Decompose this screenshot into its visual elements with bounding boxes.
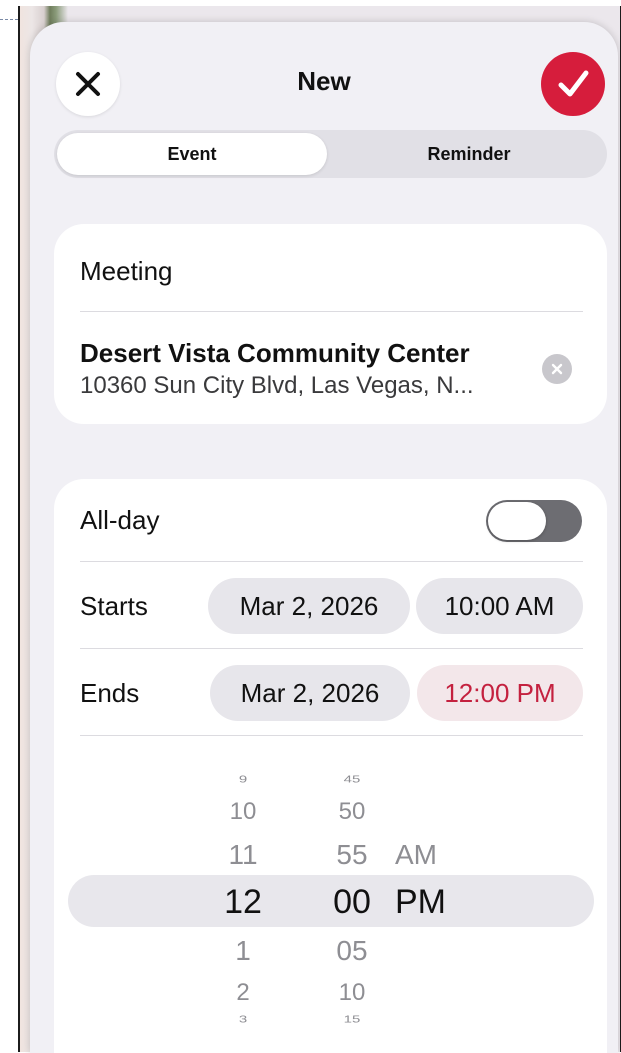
checkmark-icon: [558, 70, 589, 97]
tab-event-label: Event: [167, 143, 217, 164]
picker-minute-item[interactable]: 55: [322, 839, 382, 871]
tab-reminder-label: Reminder: [427, 143, 511, 164]
picker-minute-item[interactable]: 05: [322, 935, 382, 967]
confirm-button[interactable]: [541, 52, 605, 116]
clear-location-button[interactable]: [542, 354, 572, 384]
allday-toggle[interactable]: [486, 500, 582, 542]
ends-time-button[interactable]: 12:00 PM: [417, 665, 583, 721]
divider: [80, 648, 583, 649]
picker-minute-item[interactable]: 50: [322, 798, 382, 826]
event-title-field[interactable]: Meeting: [80, 256, 173, 287]
picker-minute-item[interactable]: 10: [322, 979, 382, 1007]
picker-hour-item[interactable]: 3: [213, 1014, 273, 1026]
page-title: New: [297, 66, 351, 96]
location-address: 10360 Sun City Blvd, Las Vegas, N...: [80, 372, 474, 399]
location-name: Desert Vista Community Center: [80, 338, 470, 368]
picker-ampm-item[interactable]: AM: [395, 839, 495, 871]
event-type-segmented-control: Event Reminder: [54, 130, 607, 178]
picker-hour-item[interactable]: 1: [213, 935, 273, 967]
clear-circle-icon: [551, 363, 563, 375]
divider: [80, 735, 583, 736]
schedule-card: All-day Starts Mar 2, 2026 10:00 AM Ends…: [54, 479, 607, 1053]
starts-time-button[interactable]: 10:00 AM: [416, 578, 583, 634]
picker-hour-item[interactable]: 10: [213, 798, 273, 826]
ends-date-button[interactable]: Mar 2, 2026: [210, 665, 410, 721]
details-card: Meeting Desert Vista Community Center 10…: [54, 224, 607, 424]
new-event-sheet: New Event Reminder Meeting Desert Vista …: [30, 22, 618, 1053]
starts-date-button[interactable]: Mar 2, 2026: [208, 578, 410, 634]
picker-hour-item[interactable]: 2: [213, 979, 273, 1007]
picker-minute-selected[interactable]: 00: [322, 883, 382, 922]
picker-hour-selected[interactable]: 12: [213, 883, 273, 922]
tab-reminder[interactable]: Reminder: [334, 133, 604, 175]
divider: [80, 561, 583, 562]
tab-event[interactable]: Event: [57, 133, 327, 175]
picker-hour-item[interactable]: 9: [213, 774, 273, 786]
picker-ampm-selected[interactable]: PM: [395, 883, 495, 922]
toggle-knob: [488, 502, 546, 540]
divider: [80, 311, 583, 312]
starts-label: Starts: [80, 591, 148, 621]
dashed-guide-line: [0, 19, 18, 20]
picker-hour-item[interactable]: 11: [213, 839, 273, 871]
picker-minute-item[interactable]: 15: [322, 1014, 382, 1026]
ends-label: Ends: [80, 678, 140, 708]
allday-label: All-day: [80, 505, 160, 535]
picker-minute-item[interactable]: 45: [322, 774, 382, 786]
